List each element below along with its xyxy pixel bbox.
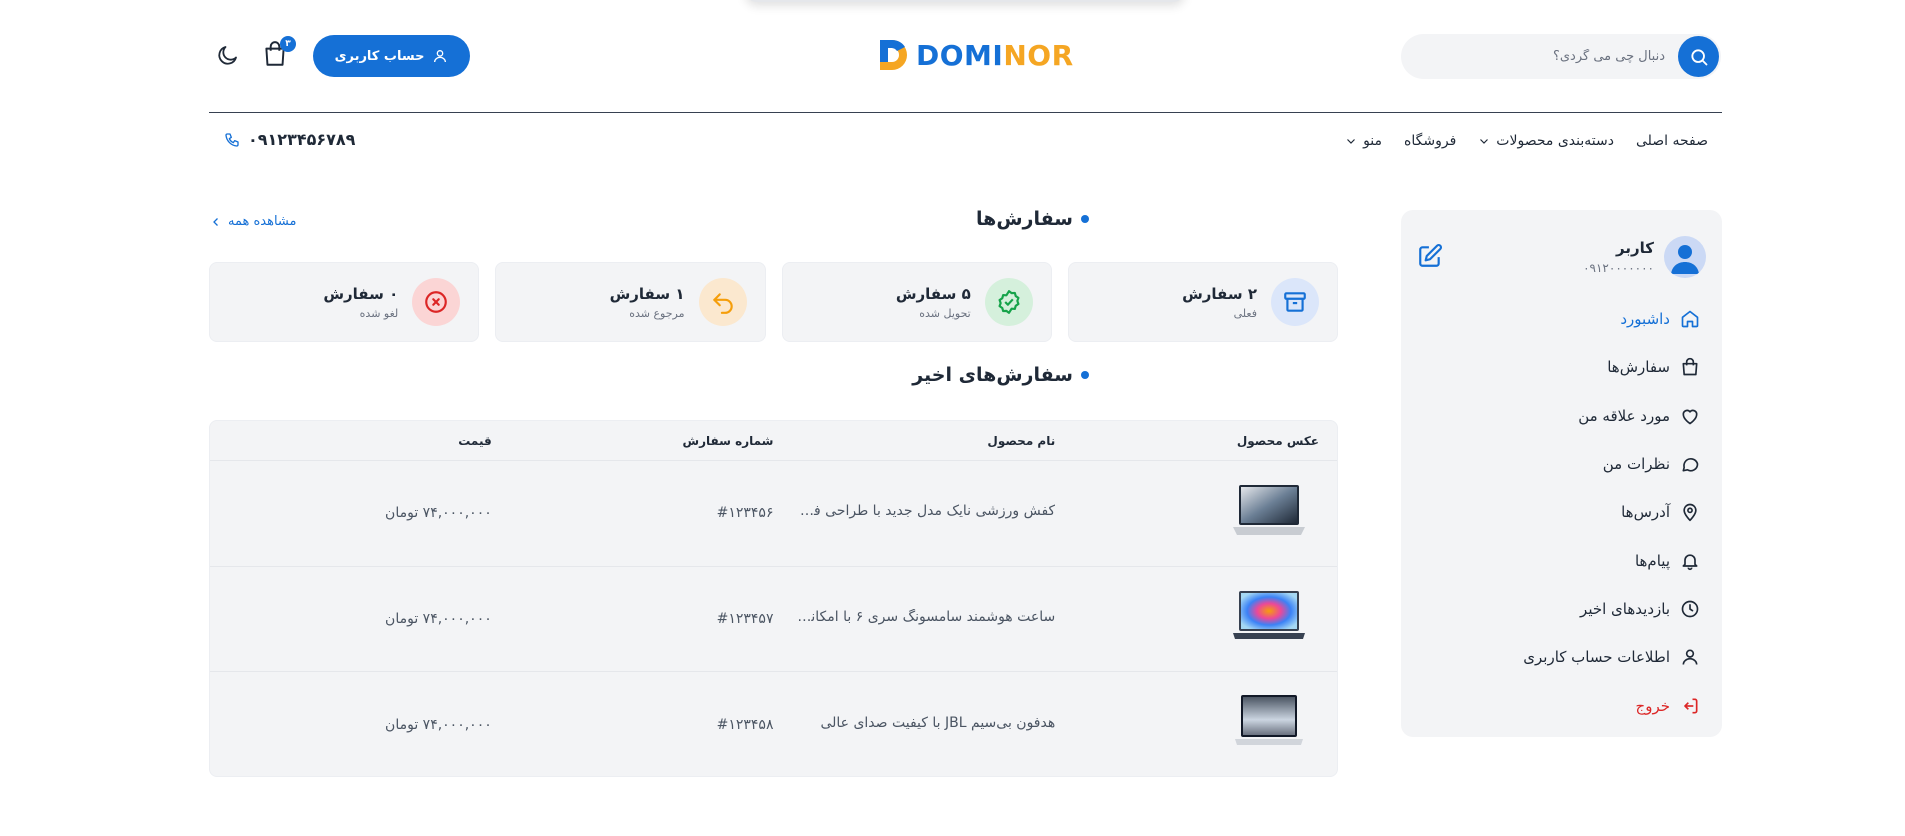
order-number: #۱۲۳۴۵۷ bbox=[716, 610, 774, 627]
column-header-photo: عکس محصول bbox=[1236, 433, 1319, 448]
cart-button[interactable]: ۳ bbox=[262, 36, 296, 70]
table-row[interactable]: هدفون بی‌سیم JBL با کیفیت صدای عالی #۱۲۳… bbox=[210, 672, 1337, 776]
chevron-left-icon bbox=[213, 217, 218, 226]
order-number: #۱۲۳۴۵۶ bbox=[716, 505, 774, 522]
nav-item-menu[interactable]: منو bbox=[1345, 133, 1382, 149]
status-card-current[interactable]: ۲ سفارش فعلی bbox=[1067, 262, 1338, 342]
heading-dot bbox=[1081, 215, 1089, 223]
chevron-down-icon bbox=[1480, 139, 1489, 144]
user-icon bbox=[1682, 649, 1698, 665]
logout-icon bbox=[1684, 698, 1698, 714]
order-price: ۷۴,۰۰۰,۰۰۰ تومان bbox=[385, 610, 492, 627]
cart-count-badge: ۳ bbox=[280, 36, 296, 52]
order-price: ۷۴,۰۰۰,۰۰۰ تومان bbox=[385, 505, 492, 522]
sidebar-item-orders[interactable]: سفارش‌ها bbox=[1500, 343, 1700, 391]
chat-icon bbox=[1682, 458, 1699, 472]
heading-dot bbox=[1081, 371, 1089, 379]
logo[interactable]: DOMINOR bbox=[876, 34, 1074, 76]
user-icon bbox=[434, 50, 447, 63]
header-divider bbox=[209, 112, 1722, 113]
product-thumbnail bbox=[1233, 485, 1305, 536]
theme-toggle-button[interactable] bbox=[216, 43, 242, 69]
sidebar-item-account-info[interactable]: اطلاعات حساب کاربری bbox=[1500, 633, 1700, 681]
archive-icon bbox=[1271, 278, 1319, 326]
profile-summary: کاربر ۰۹۱۲۰۰۰۰۰۰۰ bbox=[1583, 236, 1706, 278]
status-card-delivered[interactable]: ۵ سفارش تحویل شده bbox=[781, 262, 1052, 342]
status-card-count: ۰ سفارش bbox=[323, 284, 399, 303]
table-row[interactable]: ساعت هوشمند سامسونگ سری ۶ با امکانات ویژ… bbox=[210, 567, 1337, 673]
status-card-label: مرجوع شده bbox=[629, 306, 685, 320]
product-name: هدفون بی‌سیم JBL با کیفیت صدای عالی bbox=[820, 714, 1056, 731]
sidebar-menu: داشبورد سفارش‌ها مورد علاقه من نظرات من … bbox=[1500, 295, 1700, 730]
account-button-label: حساب کاربری bbox=[334, 48, 425, 64]
support-phone[interactable]: ۰۹۱۲۳۴۵۶۷۸۹ bbox=[224, 130, 355, 149]
avatar bbox=[1664, 236, 1706, 278]
clock-icon bbox=[1681, 600, 1699, 618]
order-price: ۷۴,۰۰۰,۰۰۰ تومان bbox=[385, 716, 492, 733]
status-card-returned[interactable]: ۱ سفارش مرجوع شده bbox=[495, 262, 766, 342]
main-nav: صفحه اصلی دسته‌بندی محصولات فروشگاه منو bbox=[1345, 130, 1708, 152]
profile-phone: ۰۹۱۲۰۰۰۰۰۰۰ bbox=[1583, 261, 1654, 275]
home-icon bbox=[1681, 310, 1699, 328]
status-card-count: ۲ سفارش bbox=[1182, 284, 1257, 303]
orders-heading: سفارش‌ها bbox=[976, 208, 1089, 230]
order-number: #۱۲۳۴۵۸ bbox=[716, 716, 774, 733]
return-icon bbox=[698, 278, 747, 326]
recent-orders-table: عکس محصول نام محصول شماره سفارش قیمت کفش… bbox=[209, 420, 1338, 777]
status-card-count: ۱ سفارش bbox=[609, 284, 685, 303]
order-status-cards: ۲ سفارش فعلی ۵ سفارش تحویل شده ۱ سفارش م… bbox=[209, 262, 1338, 342]
product-name: کفش ورزشی نایک مدل جدید با طراحی فوق‌الع… bbox=[793, 503, 1056, 520]
sidebar-item-reviews[interactable]: نظرات من bbox=[1500, 440, 1700, 488]
product-name: ساعت هوشمند سامسونگ سری ۶ با امکانات ویژ… bbox=[793, 608, 1056, 625]
nav-item-categories[interactable]: دسته‌بندی محصولات bbox=[1478, 133, 1614, 149]
search-button[interactable] bbox=[1678, 36, 1719, 77]
status-card-label: تحویل شده bbox=[919, 306, 971, 320]
search-input[interactable] bbox=[1425, 34, 1665, 79]
bag-icon bbox=[1682, 358, 1698, 376]
column-header-price: قیمت bbox=[458, 433, 492, 448]
status-card-label: لغو شده bbox=[359, 306, 399, 320]
moon-icon bbox=[218, 46, 237, 65]
cancel-icon bbox=[412, 278, 461, 326]
table-row[interactable]: کفش ورزشی نایک مدل جدید با طراحی فوق‌الع… bbox=[210, 461, 1337, 567]
location-icon bbox=[1683, 504, 1697, 522]
top-overlay-shadow bbox=[745, 0, 1185, 2]
status-card-canceled[interactable]: ۰ سفارش لغو شده bbox=[209, 262, 480, 342]
sidebar-item-dashboard[interactable]: داشبورد bbox=[1500, 295, 1700, 343]
see-all-link[interactable]: مشاهده همه bbox=[210, 214, 297, 229]
column-header-order-no: شماره سفارش bbox=[682, 433, 774, 448]
check-badge-icon bbox=[984, 278, 1033, 326]
sidebar-item-logout[interactable]: خروج bbox=[1500, 681, 1700, 729]
sidebar-item-messages[interactable]: پیام‌ها bbox=[1500, 536, 1700, 584]
product-thumbnail bbox=[1233, 590, 1305, 639]
avatar-user-icon bbox=[1671, 245, 1699, 274]
product-thumbnail bbox=[1235, 694, 1303, 745]
account-button[interactable]: حساب کاربری bbox=[313, 35, 470, 77]
sidebar-item-addresses[interactable]: آدرس‌ها bbox=[1500, 488, 1700, 536]
recent-orders-heading: سفارش‌های اخیر bbox=[912, 364, 1089, 386]
phone-icon bbox=[225, 132, 239, 147]
nav-item-shop[interactable]: فروشگاه bbox=[1404, 133, 1456, 149]
bell-icon bbox=[1682, 554, 1698, 570]
status-card-count: ۵ سفارش bbox=[895, 284, 971, 303]
edit-profile-button[interactable] bbox=[1417, 243, 1445, 271]
logo-mark-icon bbox=[880, 39, 907, 70]
support-phone-number: ۰۹۱۲۳۴۵۶۷۸۹ bbox=[248, 130, 356, 149]
status-card-label: فعلی bbox=[1233, 306, 1257, 320]
search-bar[interactable] bbox=[1401, 34, 1721, 79]
nav-item-home[interactable]: صفحه اصلی bbox=[1636, 133, 1708, 149]
sidebar-item-recent-views[interactable]: بازدیدهای اخیر bbox=[1500, 585, 1700, 633]
table-header: عکس محصول نام محصول شماره سفارش قیمت bbox=[210, 421, 1337, 461]
sidebar-item-favorites[interactable]: مورد علاقه من bbox=[1500, 392, 1700, 440]
chevron-down-icon bbox=[1347, 139, 1356, 144]
profile-name: کاربر bbox=[1616, 239, 1654, 257]
logo-text: DOMINOR bbox=[916, 38, 1074, 72]
account-sidebar: کاربر ۰۹۱۲۰۰۰۰۰۰۰ داشبورد سفارش‌ها مورد … bbox=[1401, 210, 1722, 737]
column-header-name: نام محصول bbox=[987, 433, 1056, 448]
edit-icon bbox=[1419, 244, 1442, 267]
search-icon bbox=[1690, 48, 1707, 65]
heart-icon bbox=[1682, 409, 1698, 425]
